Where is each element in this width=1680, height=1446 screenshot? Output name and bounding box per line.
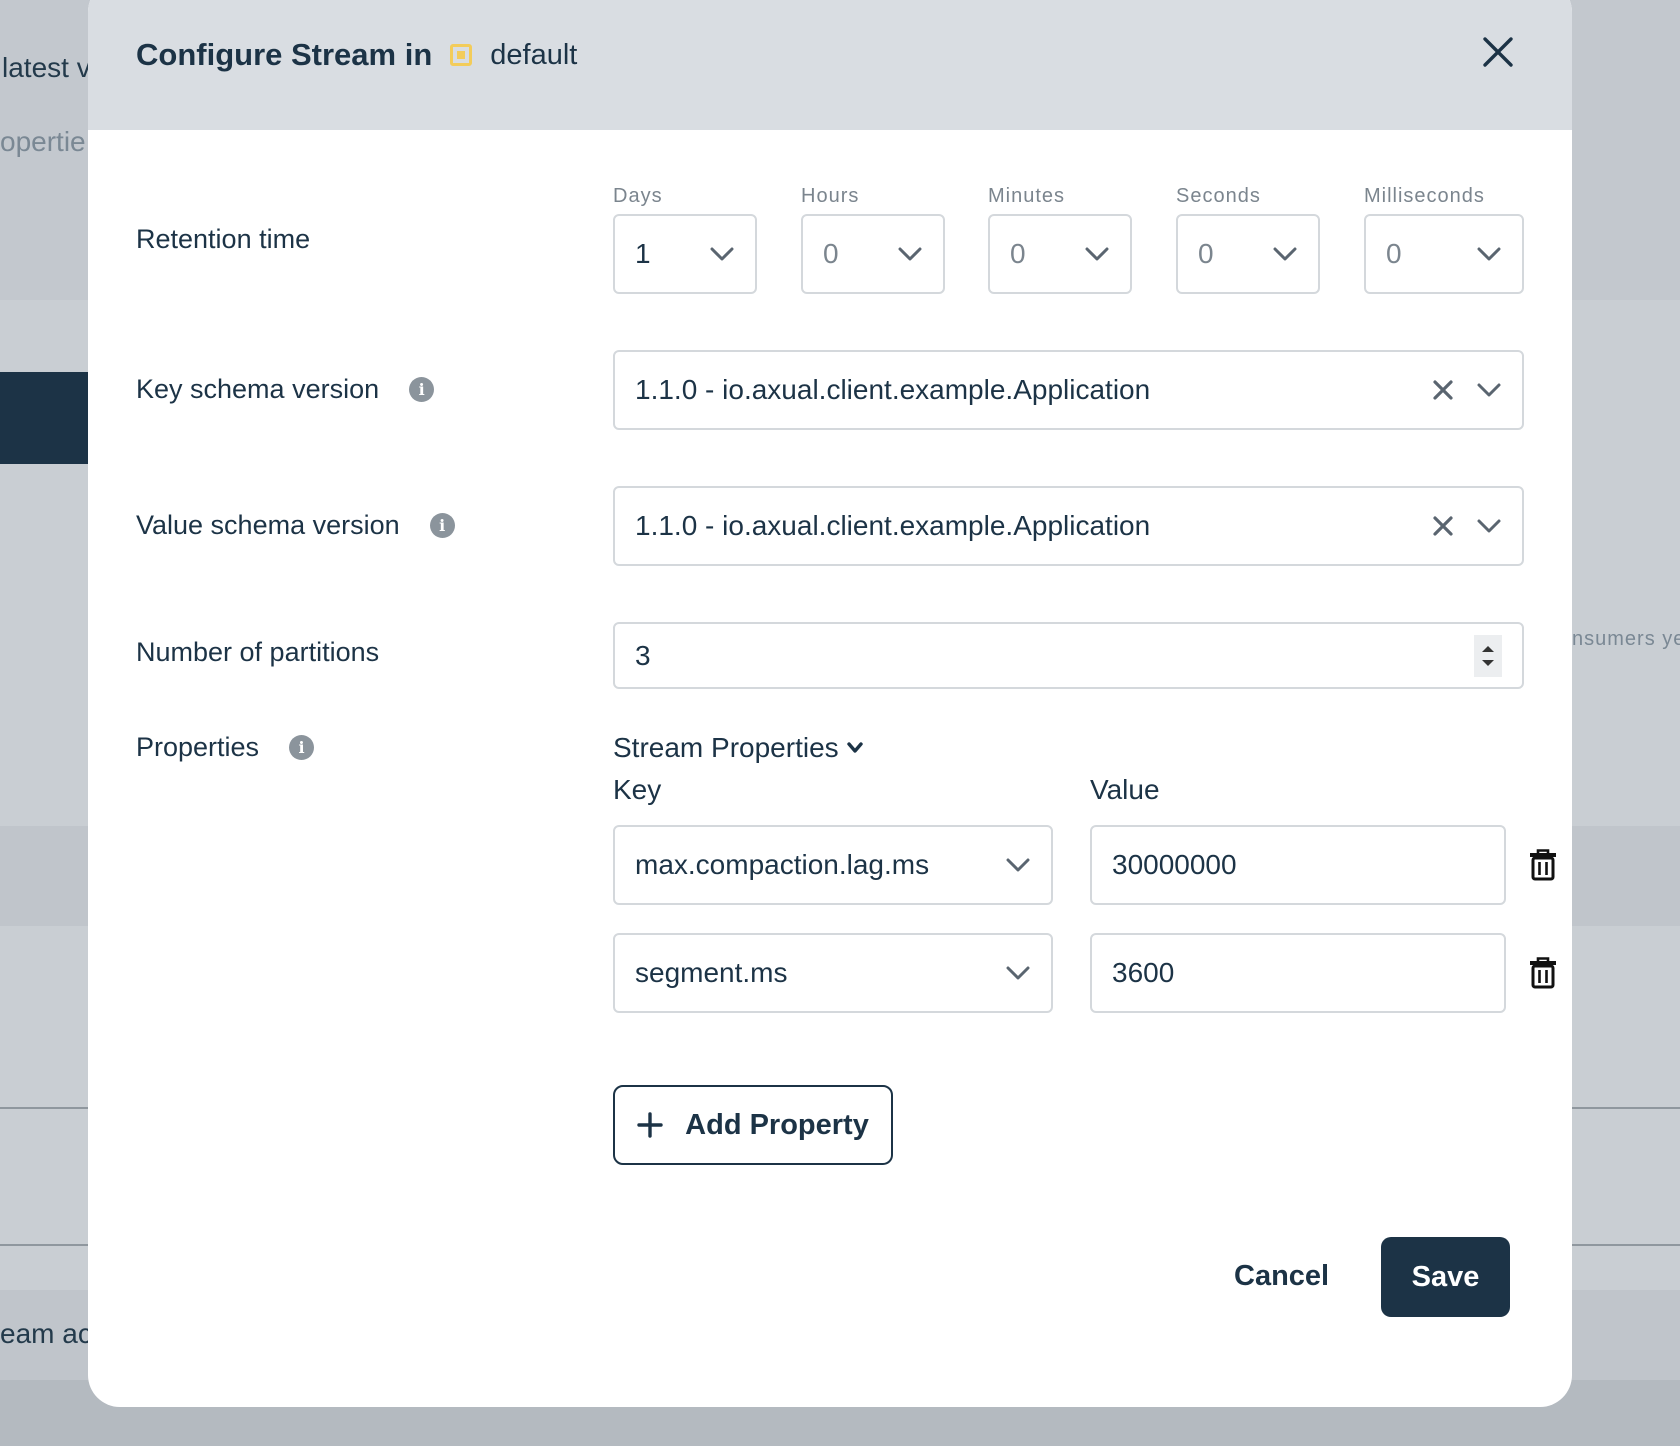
number-stepper[interactable] <box>1474 634 1502 677</box>
seconds-select[interactable]: 0 <box>1176 214 1320 294</box>
plus-icon <box>637 1112 663 1138</box>
minutes-select[interactable]: 0 <box>988 214 1132 294</box>
chevron-down-icon <box>1477 247 1501 261</box>
close-icon <box>1483 37 1513 67</box>
milliseconds-value: 0 <box>1386 238 1402 269</box>
property-value-text: 30000000 <box>1112 849 1237 880</box>
modal-header: Configure Stream in default <box>88 0 1572 130</box>
environment-name: default <box>490 38 578 71</box>
seconds-label: Seconds <box>1176 185 1261 207</box>
key-schema-row-label: Key schema version i <box>136 374 435 405</box>
hours-label: Hours <box>801 185 860 207</box>
partitions-label: Number of partitions <box>136 637 380 667</box>
property-key-select[interactable]: segment.ms <box>613 933 1053 1013</box>
trash-icon[interactable] <box>1529 849 1557 881</box>
key-schema-label: Key schema version <box>136 374 380 404</box>
close-button[interactable] <box>1480 34 1516 70</box>
chevron-down-icon <box>1273 247 1297 261</box>
milliseconds-label: Milliseconds <box>1364 185 1485 207</box>
chevron-down-icon <box>710 247 734 261</box>
properties-row-label: Properties i <box>136 732 315 763</box>
value-schema-select[interactable]: 1.1.0 - io.axual.client.example.Applicat… <box>613 486 1524 566</box>
add-property-button[interactable]: Add Property <box>613 1085 893 1165</box>
cancel-button[interactable]: Cancel <box>1234 1260 1329 1293</box>
background-text-latest: latest v <box>2 52 91 83</box>
key-schema-value: 1.1.0 - io.axual.client.example.Applicat… <box>635 374 1151 405</box>
background-text-properties: opertie <box>0 126 86 157</box>
partitions-input[interactable]: 3 <box>613 622 1524 689</box>
background-text-stream: eam ac <box>0 1318 92 1349</box>
chevron-down-icon <box>898 247 922 261</box>
property-key-select[interactable]: max.compaction.lag.ms <box>613 825 1053 905</box>
chevron-down-icon <box>1477 383 1501 397</box>
value-schema-value: 1.1.0 - io.axual.client.example.Applicat… <box>635 510 1151 541</box>
minutes-label: Minutes <box>988 185 1066 207</box>
add-property-label: Add Property <box>685 1108 869 1141</box>
value-column-header: Value <box>1090 774 1160 805</box>
hours-select[interactable]: 0 <box>801 214 945 294</box>
minutes-value: 0 <box>1010 238 1026 269</box>
stepper-up-icon[interactable] <box>1481 645 1495 653</box>
property-key-value: max.compaction.lag.ms <box>635 849 930 880</box>
chevron-down-icon <box>1477 519 1501 533</box>
save-button[interactable]: Save <box>1381 1237 1510 1317</box>
clear-icon[interactable] <box>1432 515 1454 537</box>
seconds-value: 0 <box>1198 238 1214 269</box>
retention-time-label: Retention time <box>136 224 311 254</box>
info-icon[interactable]: i <box>429 513 455 538</box>
partitions-value: 3 <box>635 639 651 671</box>
properties-label: Properties <box>136 732 260 762</box>
key-schema-select[interactable]: 1.1.0 - io.axual.client.example.Applicat… <box>613 350 1524 430</box>
property-value-input[interactable]: 3600 <box>1090 933 1506 1013</box>
milliseconds-select[interactable]: 0 <box>1364 214 1524 294</box>
days-value: 1 <box>635 238 651 269</box>
stepper-down-icon[interactable] <box>1481 659 1495 667</box>
environment-badge-icon <box>450 44 473 66</box>
hours-value: 0 <box>823 238 839 269</box>
info-icon[interactable]: i <box>409 377 435 402</box>
chevron-down-icon <box>1006 858 1030 872</box>
chevron-down-icon <box>846 742 863 753</box>
configure-stream-modal: Configure Stream in default Retention ti… <box>88 0 1572 1407</box>
stream-properties-toggle[interactable]: Stream Properties <box>613 732 863 764</box>
info-icon[interactable]: i <box>289 735 315 760</box>
property-value-text: 3600 <box>1112 957 1175 988</box>
chevron-down-icon <box>1006 966 1030 980</box>
clear-icon[interactable] <box>1432 379 1454 401</box>
background-text-consumers: nsumers ye <box>1572 628 1680 650</box>
stream-properties-label: Stream Properties <box>613 732 839 763</box>
trash-icon[interactable] <box>1529 957 1557 989</box>
value-schema-label: Value schema version <box>136 510 400 540</box>
key-column-header: Key <box>613 774 662 805</box>
modal-title: Configure Stream in default <box>136 37 577 73</box>
property-value-input[interactable]: 30000000 <box>1090 825 1506 905</box>
days-label: Days <box>613 185 663 207</box>
days-select[interactable]: 1 <box>613 214 757 294</box>
property-key-value: segment.ms <box>635 957 788 988</box>
modal-title-text: Configure Stream in <box>136 37 433 72</box>
background-active-nav <box>0 372 88 464</box>
chevron-down-icon <box>1085 247 1109 261</box>
value-schema-row-label: Value schema version i <box>136 510 455 541</box>
